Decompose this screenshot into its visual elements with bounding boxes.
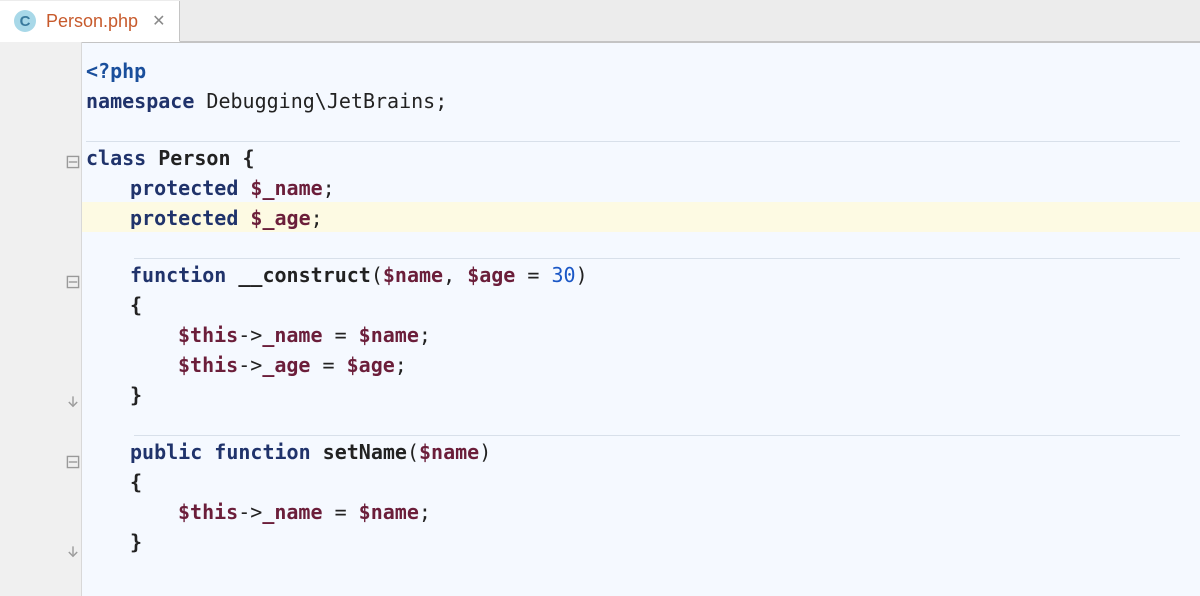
- code-line: {: [82, 466, 1200, 496]
- code-line: public function setName($name): [82, 436, 1200, 466]
- fold-collapse-icon[interactable]: [64, 155, 82, 169]
- code-line: {: [82, 289, 1200, 319]
- code-line: <?php: [82, 55, 1200, 85]
- code-line: protected $_name;: [82, 172, 1200, 202]
- code-line: $this->_name = $name;: [82, 319, 1200, 349]
- fold-collapse-icon[interactable]: [64, 455, 82, 469]
- code-area[interactable]: <?php namespace Debugging\JetBrains; cla…: [82, 42, 1200, 596]
- fold-end-icon[interactable]: [64, 545, 82, 559]
- code-line: $this->_age = $age;: [82, 349, 1200, 379]
- fold-end-icon[interactable]: [64, 395, 82, 409]
- code-line: class Person {: [82, 142, 1200, 172]
- gutter: [0, 42, 82, 596]
- code-line: namespace Debugging\JetBrains;: [82, 85, 1200, 115]
- class-icon: C: [14, 10, 36, 32]
- editor: <?php namespace Debugging\JetBrains; cla…: [0, 42, 1200, 596]
- code-line: }: [82, 379, 1200, 409]
- code-line: function __construct($name, $age = 30): [82, 259, 1200, 289]
- file-tab[interactable]: C Person.php ✕: [0, 1, 180, 42]
- fold-collapse-icon[interactable]: [64, 275, 82, 289]
- tab-label: Person.php: [46, 11, 138, 32]
- code-line-highlighted: protected $_age;: [82, 202, 1200, 232]
- code-line: }: [82, 526, 1200, 556]
- code-line: $this->_name = $name;: [82, 496, 1200, 526]
- close-icon[interactable]: ✕: [152, 11, 165, 31]
- tab-bar: C Person.php ✕: [0, 0, 1200, 42]
